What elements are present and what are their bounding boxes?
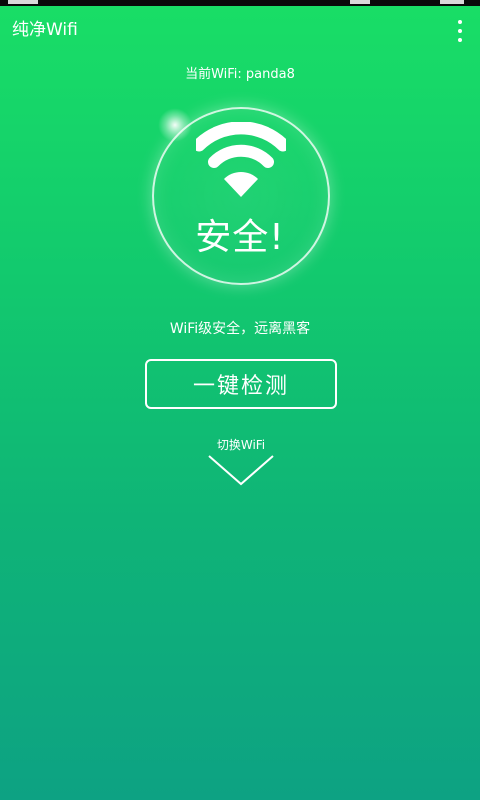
circle-glow	[158, 108, 192, 142]
one-click-check-button[interactable]: 一键检测	[145, 359, 337, 409]
chevron-down-icon	[208, 455, 274, 486]
overflow-menu-button[interactable]	[454, 20, 466, 42]
menu-dot-icon	[458, 29, 462, 33]
status-bar-indicator	[8, 0, 38, 4]
wifi-icon	[196, 122, 286, 197]
status-bar-indicator	[440, 0, 464, 4]
security-message: WiFi级安全，远离黑客	[169, 321, 311, 337]
menu-dot-icon	[458, 38, 462, 42]
switch-wifi-label: 切换WiFi	[216, 438, 266, 452]
current-wifi-label: 当前WiFi: panda8	[185, 67, 295, 82]
switch-wifi-button[interactable]: 切换WiFi	[200, 436, 282, 492]
status-bar	[0, 0, 480, 6]
app-title: 纯净Wifi	[12, 20, 78, 40]
security-status-text: 安全!	[195, 217, 285, 258]
status-bar-indicator	[350, 0, 370, 4]
menu-dot-icon	[458, 20, 462, 24]
